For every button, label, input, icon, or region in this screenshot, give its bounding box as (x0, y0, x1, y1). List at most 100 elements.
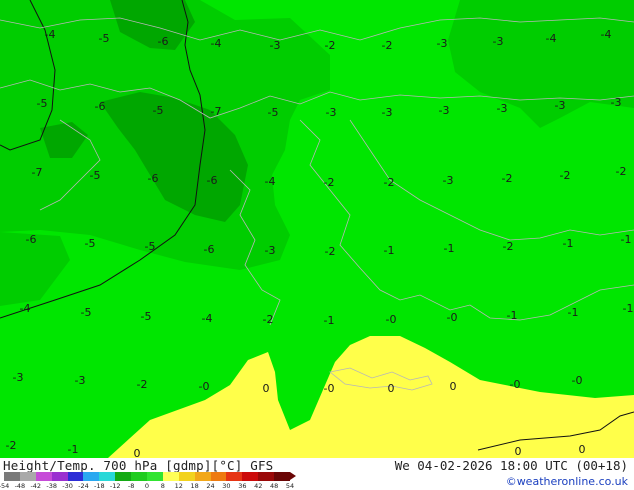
temperature-value-label: -1 (324, 314, 335, 327)
temperature-value-label: -0 (199, 380, 210, 393)
temperature-value-label: -6 (204, 243, 215, 256)
copyright-link[interactable]: ©weatheronline.co.uk (506, 475, 628, 488)
temperature-value-label: -6 (95, 100, 106, 113)
temperature-value-label: -5 (99, 32, 110, 45)
legend-color-segment (210, 472, 227, 481)
temperature-value-label: -2 (6, 439, 17, 452)
temperature-value-label: -5 (37, 97, 48, 110)
temperature-value-label: -3 (437, 37, 448, 50)
temperature-value-label: -0 (572, 374, 583, 387)
legend-color-segment (258, 472, 275, 481)
temperature-value-label: -2 (325, 39, 336, 52)
map-datetime: We 04-02-2026 18:00 UTC (00+18) (394, 458, 628, 473)
legend-tick-label: 18 (190, 482, 199, 490)
legend-tick-label: -54 (0, 482, 10, 490)
temperature-value-label: 0 (134, 447, 141, 458)
temperature-value-label: -4 (211, 37, 222, 50)
legend-tick-label: -8 (127, 482, 135, 490)
temperature-value-label: -2 (503, 240, 514, 253)
temperature-value-label: -7 (211, 105, 222, 118)
legend-tick-label: 0 (144, 482, 150, 490)
temperature-value-label: -2 (382, 39, 393, 52)
legend-color-segment (162, 472, 180, 481)
temperature-value-label: -0 (324, 382, 335, 395)
legend-color-segment (67, 472, 84, 481)
legend-tick-label: -18 (94, 482, 105, 490)
temperature-value-label: 0 (388, 382, 395, 395)
temperature-value-label: -6 (26, 233, 37, 246)
temperature-value-label: -7 (32, 166, 43, 179)
temperature-value-label: -3 (326, 106, 337, 119)
temperature-value-label: -5 (145, 240, 156, 253)
temperature-value-label: -1 (444, 242, 455, 255)
legend-arrow-tip (290, 472, 296, 480)
temperature-value-label: -3 (611, 96, 622, 109)
temperature-value-label: -1 (507, 309, 518, 322)
temperature-value-label: -5 (153, 104, 164, 117)
legend-color-segment (19, 472, 37, 481)
temperature-value-label: -6 (207, 174, 218, 187)
temperature-value-label: -0 (386, 313, 397, 326)
legend-color-segment (131, 472, 148, 481)
temperature-value-label: -3 (493, 35, 504, 48)
temperature-value-label: -0 (510, 378, 521, 391)
temperature-value-label: -3 (75, 374, 86, 387)
temperature-value-label: -1 (623, 302, 634, 315)
temperature-value-label: -1 (563, 237, 574, 250)
temperature-value-label: -5 (141, 310, 152, 323)
temperature-value-label: -3 (443, 174, 454, 187)
temperature-value-label: -1 (621, 233, 632, 246)
temperature-value-label: -5 (90, 169, 101, 182)
temperature-value-label: 0 (515, 445, 522, 458)
temperature-value-label: -6 (158, 35, 169, 48)
temperature-value-label: -2 (137, 378, 148, 391)
legend-tick-label: -30 (62, 482, 73, 490)
temperature-value-label: -2 (325, 245, 336, 258)
legend-tick-label: 30 (222, 482, 231, 490)
legend-color-segment (242, 472, 259, 481)
legend-tick-label: 12 (174, 482, 183, 490)
temperature-value-label: -2 (502, 172, 513, 185)
temperature-value-label: -3 (270, 39, 281, 52)
legend-color-segment (194, 472, 212, 481)
legend-color-segment (274, 472, 291, 481)
temperature-value-label: -2 (263, 313, 274, 326)
temperature-value-label: -3 (439, 104, 450, 117)
temperature-value-label: -6 (148, 172, 159, 185)
temperature-value-label: -0 (447, 311, 458, 324)
legend-tick-label: 48 (269, 482, 279, 490)
color-legend-bar (4, 472, 296, 481)
temperature-value-label: -3 (382, 106, 393, 119)
legend-tick-label: -48 (14, 482, 26, 490)
temperature-value-label: -5 (81, 306, 92, 319)
legend-color-segment (226, 472, 243, 481)
temperature-value-label: -1 (384, 244, 395, 257)
legend-tick-label: -42 (30, 482, 42, 490)
legend-color-segment (99, 472, 116, 481)
legend-color-segment (4, 472, 21, 481)
temperature-value-label: -4 (265, 175, 276, 188)
legend-color-segment (178, 472, 196, 481)
temperature-value-label: -5 (85, 237, 96, 250)
legend-color-segment (35, 472, 53, 481)
temperature-value-label: -1 (68, 443, 79, 456)
legend-tick-label: 42 (254, 482, 263, 490)
legend-tick-label: -12 (109, 482, 121, 490)
temperature-value-label: -2 (324, 176, 335, 189)
temperature-value-label: -4 (202, 312, 213, 325)
legend-tick-label: 24 (206, 482, 215, 490)
temperature-value-label: -4 (45, 28, 56, 41)
legend-tick-label: 36 (238, 482, 247, 490)
temperature-value-label: -1 (568, 306, 579, 319)
temperature-value-label: -3 (13, 371, 24, 384)
temperature-value-label: -3 (265, 244, 276, 257)
map-title: Height/Temp. 700 hPa [gdmp][°C] GFS (3, 458, 274, 473)
legend-color-segment (115, 472, 132, 481)
temperature-value-label: -2 (384, 176, 395, 189)
temperature-value-label: 0 (263, 382, 270, 395)
legend-color-segment (83, 472, 100, 481)
legend-tick-label: 8 (160, 482, 165, 490)
legend-tick-label: 54 (285, 482, 295, 490)
temperature-value-label: -3 (497, 102, 508, 115)
legend-tick-label: -24 (78, 482, 89, 490)
